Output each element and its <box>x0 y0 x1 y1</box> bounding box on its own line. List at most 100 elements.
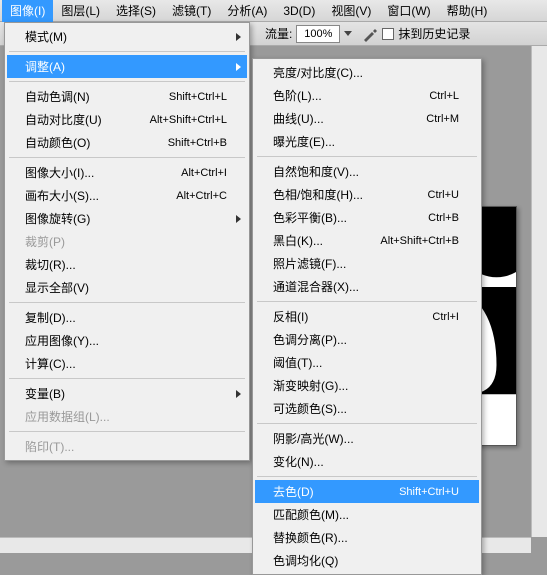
menu2-item[interactable]: 色相/饱和度(H)... Ctrl+U <box>255 183 479 206</box>
menu2-item[interactable]: 渐变映射(G)... <box>255 374 479 397</box>
menu-item-label: 应用数据组(L)... <box>25 408 110 425</box>
menu2-item[interactable]: 曝光度(E)... <box>255 130 479 153</box>
menu1-item[interactable]: 应用图像(Y)... <box>7 329 247 352</box>
menu-layer[interactable]: 图层(L) <box>53 0 108 22</box>
menu2-item[interactable]: 阴影/高光(W)... <box>255 427 479 450</box>
menu-item-label: 自动颜色(O) <box>25 134 90 151</box>
menu2-item[interactable]: 色调分离(P)... <box>255 328 479 351</box>
menu2-item[interactable]: 匹配颜色(M)... <box>255 503 479 526</box>
menu-item-label: 变化(N)... <box>273 453 324 470</box>
menu-item-label: 图像大小(I)... <box>25 164 94 181</box>
menu2-item[interactable]: 变化(N)... <box>255 450 479 473</box>
menu2-item[interactable]: 替换颜色(R)... <box>255 526 479 549</box>
menu1-item[interactable]: 自动色调(N) Shift+Ctrl+L <box>7 85 247 108</box>
airbrush-icon[interactable] <box>362 26 378 42</box>
menu-separator <box>9 378 245 379</box>
menu-help[interactable]: 帮助(H) <box>439 0 496 22</box>
menu-item-label: 显示全部(V) <box>25 279 89 296</box>
menu-3d[interactable]: 3D(D) <box>275 1 323 21</box>
menu2-item[interactable]: 亮度/对比度(C)... <box>255 61 479 84</box>
menu2-item[interactable]: 色阶(L)...Ctrl+L <box>255 84 479 107</box>
menu1-item[interactable]: 自动对比度(U) Alt+Shift+Ctrl+L <box>7 108 247 131</box>
menu-item-label: 阴影/高光(W)... <box>273 430 354 447</box>
menu-shortcut: Shift+Ctrl+B <box>168 137 227 149</box>
menu1-item: 应用数据组(L)... <box>7 405 247 428</box>
menu-item-label: 去色(D) <box>273 483 314 500</box>
menu-item-label: 图像旋转(G) <box>25 210 90 227</box>
menu-item-label: 渐变映射(G)... <box>273 377 348 394</box>
menu-analysis[interactable]: 分析(A) <box>219 0 275 22</box>
menu-window[interactable]: 窗口(W) <box>379 0 438 22</box>
menu2-item[interactable]: 色调均化(Q) <box>255 549 479 572</box>
menu2-item[interactable]: 黑白(K)... Alt+Shift+Ctrl+B <box>255 229 479 252</box>
menu-image[interactable]: 图像(I) <box>2 0 53 22</box>
menu-separator <box>9 51 245 52</box>
menu-view[interactable]: 视图(V) <box>323 0 379 22</box>
menu-item-label: 通道混合器(X)... <box>273 278 359 295</box>
flow-input[interactable] <box>296 25 340 43</box>
menu2-item[interactable]: 阈值(T)... <box>255 351 479 374</box>
menu-item-label: 复制(D)... <box>25 309 76 326</box>
submenu-arrow-icon <box>236 63 241 71</box>
menu1-item: 陷印(T)... <box>7 435 247 458</box>
menu1-item[interactable]: 计算(C)... <box>7 352 247 375</box>
menu-shortcut: Ctrl+L <box>429 90 459 102</box>
submenu-arrow-icon <box>236 215 241 223</box>
menu1-item[interactable]: 复制(D)... <box>7 306 247 329</box>
history-label: 抹到历史记录 <box>398 25 470 42</box>
menu2-item[interactable]: 照片滤镜(F)... <box>255 252 479 275</box>
menu-item-label: 替换颜色(R)... <box>273 529 348 546</box>
menu1-item[interactable]: 裁切(R)... <box>7 253 247 276</box>
menu-shortcut: Alt+Shift+Ctrl+L <box>150 114 227 126</box>
menu1-item[interactable]: 图像大小(I)...Alt+Ctrl+I <box>7 161 247 184</box>
menu-separator <box>9 302 245 303</box>
menu1-item[interactable]: 调整(A) <box>7 55 247 78</box>
menu-item-label: 自然饱和度(V)... <box>273 163 359 180</box>
menu-select[interactable]: 选择(S) <box>108 0 164 22</box>
menu-separator <box>257 156 477 157</box>
menu-shortcut: Alt+Shift+Ctrl+B <box>380 235 459 247</box>
menu1-item[interactable]: 图像旋转(G) <box>7 207 247 230</box>
adjustments-submenu: 亮度/对比度(C)... 色阶(L)...Ctrl+L曲线(U)...Ctrl+M… <box>252 58 482 575</box>
menu-shortcut: Ctrl+U <box>428 189 459 201</box>
menu-item-label: 曲线(U)... <box>273 110 324 127</box>
menu1-item[interactable]: 变量(B) <box>7 382 247 405</box>
menu2-item[interactable]: 自然饱和度(V)... <box>255 160 479 183</box>
menu2-item[interactable]: 反相(I)Ctrl+I <box>255 305 479 328</box>
menu-item-label: 黑白(K)... <box>273 232 323 249</box>
chevron-down-icon[interactable] <box>344 31 352 36</box>
submenu-arrow-icon <box>236 33 241 41</box>
scrollbar-vertical[interactable] <box>531 46 547 537</box>
menu2-item[interactable]: 通道混合器(X)... <box>255 275 479 298</box>
menu-separator <box>9 81 245 82</box>
menu-item-label: 裁切(R)... <box>25 256 76 273</box>
menu1-item[interactable]: 显示全部(V) <box>7 276 247 299</box>
menu-shortcut: Ctrl+B <box>428 212 459 224</box>
menu2-item[interactable]: 可选颜色(S)... <box>255 397 479 420</box>
history-checkbox[interactable] <box>382 28 394 40</box>
menu-item-label: 色彩平衡(B)... <box>273 209 347 226</box>
menu-item-label: 可选颜色(S)... <box>273 400 347 417</box>
menu-item-label: 色相/饱和度(H)... <box>273 186 363 203</box>
menu-item-label: 调整(A) <box>25 58 65 75</box>
menu-item-label: 计算(C)... <box>25 355 76 372</box>
menu1-item[interactable]: 自动颜色(O) Shift+Ctrl+B <box>7 131 247 154</box>
menu-filter[interactable]: 滤镜(T) <box>164 0 219 22</box>
menu-item-label: 自动色调(N) <box>25 88 90 105</box>
menu1-item[interactable]: 画布大小(S)...Alt+Ctrl+C <box>7 184 247 207</box>
submenu-arrow-icon <box>236 390 241 398</box>
menu-item-label: 曝光度(E)... <box>273 133 335 150</box>
menu-item-label: 模式(M) <box>25 28 67 45</box>
menu2-item[interactable]: 去色(D)Shift+Ctrl+U <box>255 480 479 503</box>
menu-shortcut: Alt+Ctrl+C <box>176 190 227 202</box>
menu-item-label: 变量(B) <box>25 385 65 402</box>
menu-item-label: 自动对比度(U) <box>25 111 102 128</box>
menu1-item[interactable]: 模式(M) <box>7 25 247 48</box>
menu2-item[interactable]: 曲线(U)...Ctrl+M <box>255 107 479 130</box>
menu-item-label: 亮度/对比度(C)... <box>273 64 363 81</box>
menu-shortcut: Shift+Ctrl+L <box>169 91 227 103</box>
menu-item-label: 反相(I) <box>273 308 308 325</box>
flow-label: 流量: <box>265 25 292 42</box>
menu2-item[interactable]: 色彩平衡(B)... Ctrl+B <box>255 206 479 229</box>
menu-item-label: 匹配颜色(M)... <box>273 506 349 523</box>
